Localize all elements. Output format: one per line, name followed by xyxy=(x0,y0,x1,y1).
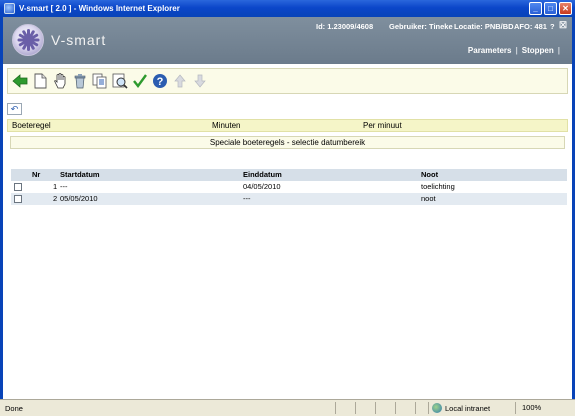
close-app-icon[interactable]: ☒ xyxy=(559,20,567,31)
back-arrow-icon[interactable] xyxy=(12,73,28,89)
status-divider xyxy=(395,402,396,414)
row-noot: noot xyxy=(421,194,436,203)
status-divider xyxy=(355,402,356,414)
header-nr: Nr xyxy=(32,170,41,179)
table-row[interactable]: 2 05/05/2010 --- noot xyxy=(11,193,567,205)
logo-text: V-smart xyxy=(51,32,107,48)
ie-app-icon xyxy=(4,3,15,14)
hand-select-icon[interactable] xyxy=(52,73,68,89)
window-title: V-smart [ 2.0 ] - Windows Internet Explo… xyxy=(19,4,180,13)
title-bar: V-smart [ 2.0 ] - Windows Internet Explo… xyxy=(0,0,575,17)
parameters-link[interactable]: Parameters xyxy=(468,46,512,55)
column-per-minuut: Per minuut xyxy=(363,121,402,130)
preview-icon[interactable] xyxy=(112,73,128,89)
row-nr: 1 xyxy=(53,182,58,191)
row-startdatum: --- xyxy=(60,182,68,191)
zoom-level[interactable]: 100% xyxy=(522,403,541,412)
close-window-button[interactable]: ✕ xyxy=(559,2,572,15)
maximize-button[interactable]: □ xyxy=(544,2,557,15)
row-nr: 2 xyxy=(53,194,58,203)
fine-rule-summary-row: Boeteregel Minuten Per minuut xyxy=(7,119,568,132)
toolbar: ? xyxy=(7,68,568,94)
session-id: Id: 1.23009/4608 xyxy=(316,22,374,31)
vsmart-logo-icon xyxy=(12,24,44,56)
row-checkbox[interactable] xyxy=(14,183,22,191)
row-startdatum: 05/05/2010 xyxy=(60,194,98,203)
zone-text: Local intranet xyxy=(445,403,491,413)
status-divider xyxy=(375,402,376,414)
svg-text:?: ? xyxy=(157,76,164,88)
column-minuten: Minuten xyxy=(212,121,241,130)
app-header: V-smart Id: 1.23009/4608 Gebruiker: Tine… xyxy=(3,17,572,64)
status-divider xyxy=(515,402,516,414)
status-text: Done xyxy=(5,404,23,413)
arrow-down-icon[interactable] xyxy=(192,73,208,89)
delete-icon[interactable] xyxy=(72,73,88,89)
afo-label: AFO: 481 xyxy=(514,22,547,31)
undo-icon[interactable]: ↶ xyxy=(7,103,22,115)
copy-icon[interactable] xyxy=(92,73,108,89)
nav-separator: | xyxy=(515,46,518,55)
status-divider xyxy=(335,402,336,414)
row-checkbox[interactable] xyxy=(14,195,22,203)
location-label: Locatie: PNB/BD xyxy=(454,22,514,31)
new-document-icon[interactable] xyxy=(32,73,48,89)
table-header-row: Nr Startdatum Einddatum Noot xyxy=(11,169,567,181)
status-divider xyxy=(428,402,429,414)
row-einddatum: 04/05/2010 xyxy=(243,182,281,191)
browser-content: V-smart Id: 1.23009/4608 Gebruiker: Tine… xyxy=(0,17,575,399)
arrow-up-icon[interactable] xyxy=(172,73,188,89)
user-label: Gebruiker: Tineke xyxy=(389,22,453,31)
row-einddatum: --- xyxy=(243,194,251,203)
help-link[interactable]: ? xyxy=(550,22,555,31)
header-startdatum: Startdatum xyxy=(60,170,100,179)
status-bar: Done Local intranet 100% xyxy=(0,399,575,416)
stop-link[interactable]: Stoppen xyxy=(522,46,554,55)
table-row[interactable]: 1 --- 04/05/2010 toelichting xyxy=(11,181,567,193)
minimize-button[interactable]: _ xyxy=(529,2,542,15)
column-boeteregel: Boeteregel xyxy=(12,121,51,130)
header-einddatum: Einddatum xyxy=(243,170,282,179)
header-noot: Noot xyxy=(421,170,439,179)
date-range-table: Nr Startdatum Einddatum Noot 1 --- 04/05… xyxy=(11,169,567,205)
nav-separator: | xyxy=(557,46,560,55)
row-noot: toelichting xyxy=(421,182,455,191)
checkmark-icon[interactable] xyxy=(132,73,148,89)
help-icon[interactable]: ? xyxy=(152,73,168,89)
status-divider xyxy=(415,402,416,414)
globe-icon xyxy=(432,403,442,413)
section-title: Speciale boeteregels - selectie datumber… xyxy=(10,136,565,149)
